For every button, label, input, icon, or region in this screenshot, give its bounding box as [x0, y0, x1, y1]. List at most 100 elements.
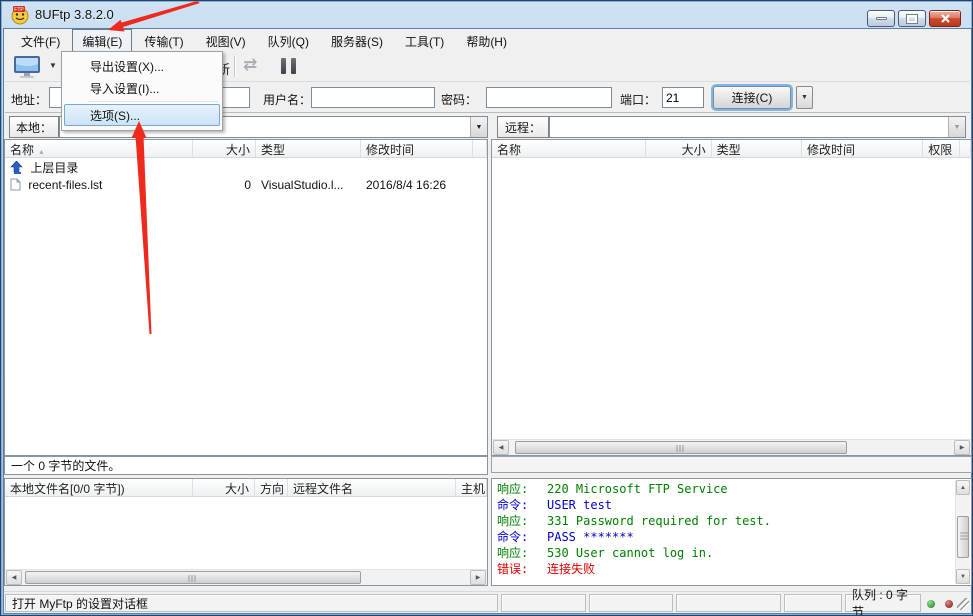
remote-list-header: 名称 大小 类型 修改时间 权限: [492, 140, 971, 158]
file-icon: [10, 178, 21, 191]
scroll-left-icon[interactable]: ◀: [6, 570, 22, 585]
username-label: 用户名：: [263, 91, 311, 108]
remote-path-value: [550, 117, 948, 137]
queue-horizontal-scrollbar[interactable]: ◀ ▶: [5, 569, 487, 585]
transfer-icon[interactable]: ⇄: [243, 55, 257, 75]
column-queue-size[interactable]: 大小: [193, 479, 255, 496]
port-input[interactable]: [662, 87, 704, 108]
minimize-icon: [876, 17, 887, 20]
remote-path-dropdown-icon[interactable]: ▼: [948, 117, 965, 137]
log-line: 命令:USER test: [492, 497, 971, 513]
statusbar-queue: 队列 : 0 字节: [845, 594, 921, 612]
column-remote-filename[interactable]: 远程文件名: [288, 479, 456, 496]
connect-options-dropdown[interactable]: ▼: [796, 86, 813, 109]
menu-server[interactable]: 服务器(S): [321, 29, 393, 54]
connect-dropdown-caret[interactable]: ▼: [49, 61, 57, 70]
log-line: 响应:530 User cannot log in.: [492, 545, 971, 561]
log-vertical-scrollbar[interactable]: ▲ ▼: [955, 480, 970, 584]
maximize-icon: [907, 15, 917, 23]
column-direction[interactable]: 方向: [255, 479, 288, 496]
column-modified[interactable]: 修改时间: [802, 140, 923, 157]
menu-edit[interactable]: 编辑(E): [72, 29, 132, 54]
log-line: 响应:220 Microsoft FTP Service: [492, 481, 971, 497]
resize-grip[interactable]: [957, 598, 969, 610]
statusbar-cell: [784, 594, 842, 612]
scroll-thumb[interactable]: [515, 441, 847, 454]
window-title: 8UFtp 3.8.2.0: [35, 7, 114, 22]
column-type[interactable]: 类型: [256, 140, 361, 157]
menu-transfer[interactable]: 传输(T): [134, 29, 193, 54]
app-window: FTP 8UFtp 3.8.2.0 文件(F) 编辑(E) 传输(T) 视图(V…: [0, 0, 973, 616]
menu-item-export-settings[interactable]: 导出设置(X)...: [64, 55, 220, 77]
menu-view[interactable]: 视图(V): [196, 29, 256, 54]
ftp-log-pane[interactable]: 响应:220 Microsoft FTP Service 命令:USER tes…: [491, 478, 972, 586]
statusbar-cell: [501, 594, 586, 612]
queue-header: 本地文件名[0/0 字节]) 大小 方向 远程文件名 主机: [5, 479, 487, 497]
menu-queue[interactable]: 队列(Q): [258, 29, 319, 54]
column-local-filename[interactable]: 本地文件名[0/0 字节]): [5, 479, 193, 496]
column-modified[interactable]: 修改时间: [361, 140, 473, 157]
local-row-updir[interactable]: 上层目录: [5, 158, 487, 176]
status-red-indicator: [945, 600, 953, 608]
transfer-queue-pane: 本地文件名[0/0 字节]) 大小 方向 远程文件名 主机 ◀ ▶: [4, 478, 488, 586]
menu-separator: [88, 101, 218, 102]
menu-file[interactable]: 文件(F): [11, 29, 70, 54]
scroll-down-icon[interactable]: ▼: [956, 569, 970, 584]
statusbar-message: 打开 MyFtp 的设置对话框: [5, 594, 498, 612]
local-list-header: 名称▲ 大小 类型 修改时间: [5, 140, 487, 158]
remote-file-list: 名称 大小 类型 修改时间 权限 ◀ ▶: [491, 139, 972, 456]
local-file-list: 名称▲ 大小 类型 修改时间 上层目录 recent-files.lst: [4, 139, 488, 456]
pause-icon[interactable]: [281, 58, 296, 74]
column-host[interactable]: 主机: [456, 479, 487, 496]
edit-menu-popup: 导出设置(X)... 导入设置(I)... 选项(S)...: [61, 51, 223, 131]
column-name[interactable]: 名称: [492, 140, 646, 157]
chevron-down-icon: ▼: [801, 94, 808, 101]
remote-path-combobox[interactable]: ▼: [549, 116, 966, 138]
column-size[interactable]: 大小: [646, 140, 712, 157]
log-line: 响应:331 Password required for test.: [492, 513, 971, 529]
app-body: 文件(F) 编辑(E) 传输(T) 视图(V) 队列(Q) 服务器(S) 工具(…: [4, 29, 971, 613]
scroll-thumb[interactable]: [957, 516, 969, 558]
tab-remote[interactable]: 远程：: [497, 116, 549, 138]
address-label: 地址：: [11, 91, 47, 108]
log-line: 命令:PASS *******: [492, 529, 971, 545]
svg-text:FTP: FTP: [14, 7, 24, 13]
scroll-up-icon[interactable]: ▲: [956, 480, 970, 495]
local-row-file[interactable]: recent-files.lst 0 VisualStudio.l... 201…: [5, 176, 487, 194]
username-input[interactable]: [311, 87, 435, 108]
tab-local[interactable]: 本地：: [9, 116, 59, 138]
column-permissions[interactable]: 权限: [923, 140, 960, 157]
connect-computer-icon[interactable]: [11, 55, 45, 79]
password-input[interactable]: [486, 87, 612, 108]
maximize-button[interactable]: [898, 10, 926, 27]
port-label: 端口：: [620, 91, 656, 108]
menu-help[interactable]: 帮助(H): [456, 29, 517, 54]
menu-item-options[interactable]: 选项(S)...: [64, 104, 220, 126]
column-type[interactable]: 类型: [712, 140, 802, 157]
connect-button[interactable]: 连接(C): [713, 86, 791, 109]
close-icon: [940, 14, 951, 23]
scroll-right-icon[interactable]: ▶: [470, 570, 486, 585]
password-label: 密码：: [441, 91, 477, 108]
column-name[interactable]: 名称▲: [5, 140, 193, 157]
minimize-button[interactable]: [867, 10, 895, 27]
status-green-indicator: [927, 600, 935, 608]
scroll-left-icon[interactable]: ◀: [493, 440, 509, 455]
scroll-thumb[interactable]: [25, 571, 361, 584]
sort-asc-icon: ▲: [38, 149, 45, 156]
menu-tools[interactable]: 工具(T): [395, 29, 454, 54]
scroll-right-icon[interactable]: ▶: [954, 440, 970, 455]
statusbar-cell: [676, 594, 781, 612]
up-directory-icon: [10, 161, 23, 174]
title-bar[interactable]: FTP 8UFtp 3.8.2.0: [1, 1, 972, 29]
status-bar: 打开 MyFtp 的设置对话框 队列 : 0 字节: [4, 591, 971, 613]
menu-bar: 文件(F) 编辑(E) 传输(T) 视图(V) 队列(Q) 服务器(S) 工具(…: [5, 30, 970, 52]
column-size[interactable]: 大小: [193, 140, 256, 157]
menu-item-import-settings[interactable]: 导入设置(I)...: [64, 77, 220, 99]
remote-status-strip: [491, 456, 972, 473]
remote-horizontal-scrollbar[interactable]: ◀ ▶: [492, 439, 971, 455]
statusbar-cell: [589, 594, 673, 612]
app-icon: FTP: [10, 5, 30, 25]
local-path-dropdown-icon[interactable]: ▼: [470, 117, 487, 137]
close-button[interactable]: [929, 10, 961, 27]
